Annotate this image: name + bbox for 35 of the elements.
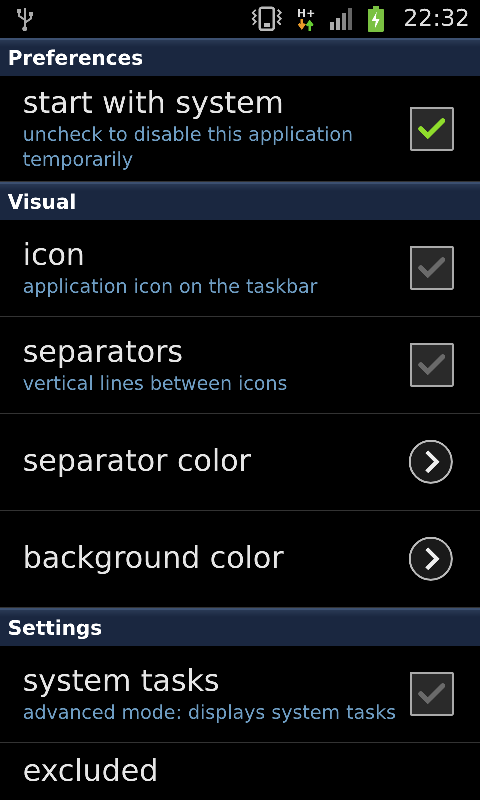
setting-row[interactable]: system tasks advanced mode: displays system tasks bbox=[0, 646, 480, 743]
checkmark-icon bbox=[418, 683, 446, 705]
usb-icon bbox=[16, 6, 34, 32]
checkbox[interactable] bbox=[410, 343, 454, 387]
section-header: Preferences bbox=[8, 46, 144, 70]
chevron-right-icon bbox=[408, 536, 454, 582]
setting-title: separators bbox=[23, 334, 184, 372]
checkbox[interactable] bbox=[410, 246, 454, 290]
chevron-right-icon bbox=[408, 439, 454, 485]
setting-title: separator color bbox=[23, 443, 252, 481]
section-header: Visual bbox=[8, 190, 76, 214]
data-arrows-icon bbox=[298, 18, 314, 30]
network-type-label: H+ bbox=[297, 8, 316, 18]
setting-summary: application icon on the taskbar bbox=[23, 274, 319, 300]
setting-row[interactable]: separator color bbox=[0, 414, 480, 511]
battery-charging-icon bbox=[368, 6, 384, 32]
clock-time: 22:32 bbox=[404, 6, 470, 32]
setting-summary: uncheck to disable this application temporarily bbox=[23, 122, 354, 172]
setting-summary: advanced mode: displays system tasks bbox=[23, 700, 398, 726]
setting-title: background color bbox=[23, 540, 285, 578]
setting-summary: vertical lines between icons bbox=[23, 372, 289, 396]
signal-icon bbox=[330, 8, 354, 30]
setting-row[interactable]: separators vertical lines between icons bbox=[0, 317, 480, 414]
vibrate-icon bbox=[251, 6, 284, 32]
setting-title: start with system bbox=[23, 84, 286, 122]
setting-row[interactable]: icon application icon on the taskbar bbox=[0, 220, 480, 317]
setting-title: excluded bbox=[23, 753, 160, 791]
checkmark-icon bbox=[418, 354, 446, 376]
setting-title: icon bbox=[23, 236, 86, 274]
checkbox[interactable] bbox=[410, 106, 454, 150]
checkmark-icon bbox=[418, 118, 446, 140]
setting-title: system tasks bbox=[23, 662, 221, 700]
checkmark-icon bbox=[418, 257, 446, 279]
checkbox[interactable] bbox=[410, 672, 454, 716]
section-header: Settings bbox=[8, 616, 102, 640]
